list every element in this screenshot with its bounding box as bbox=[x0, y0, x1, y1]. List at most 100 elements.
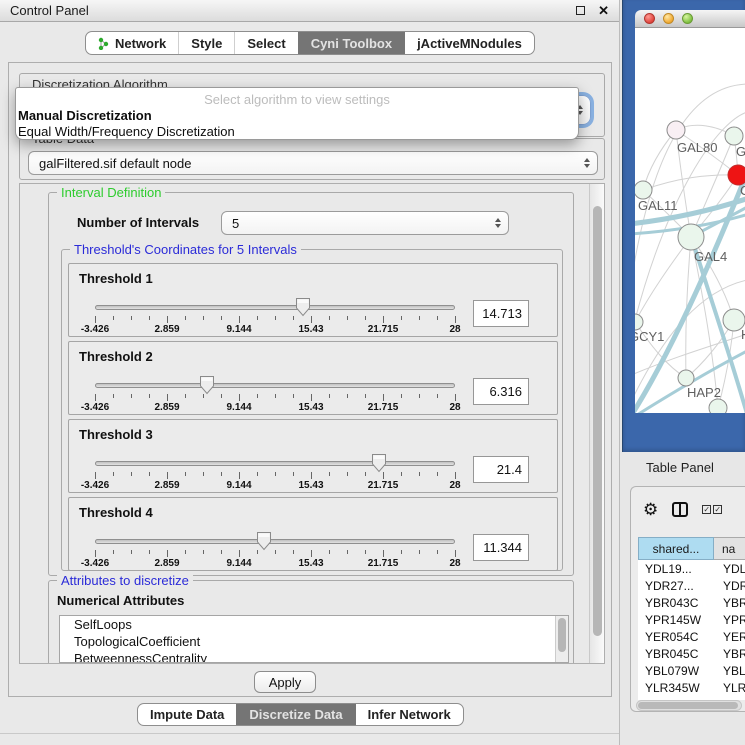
panel-scrollbar-thumb[interactable] bbox=[593, 206, 602, 636]
cell-shared-name[interactable]: YDL19... bbox=[638, 562, 714, 576]
slider-track[interactable] bbox=[95, 461, 455, 466]
slider-thumb[interactable] bbox=[295, 297, 311, 317]
cell-shared-name[interactable]: YER054C bbox=[638, 630, 714, 644]
table-row[interactable]: YER054CYER0 bbox=[638, 628, 745, 645]
network-node-ga[interactable] bbox=[725, 127, 743, 145]
network-node-gal11[interactable] bbox=[635, 181, 652, 199]
float-window-icon[interactable] bbox=[576, 6, 585, 15]
checkbox-icon[interactable]: ✓ bbox=[713, 505, 722, 514]
zoom-traffic-light-icon[interactable] bbox=[682, 13, 693, 24]
interval-definition-group: Interval Definition Number of Intervals … bbox=[48, 192, 574, 576]
table-row[interactable]: YDL19...YDL1 bbox=[638, 560, 745, 577]
cell-shared-name[interactable]: YPR145W bbox=[638, 613, 714, 627]
cell-name[interactable]: YBR0 bbox=[714, 647, 745, 661]
tab-network[interactable]: Network bbox=[86, 32, 178, 54]
dropdown-option-equal-width-frequency[interactable]: Equal Width/Frequency Discretization bbox=[16, 124, 578, 140]
attribute-list-item[interactable]: BetweennessCentrality bbox=[60, 650, 568, 663]
cell-name[interactable]: YBR0 bbox=[714, 596, 745, 610]
cell-name[interactable]: YBL0 bbox=[714, 664, 745, 678]
cell-shared-name[interactable]: YBR043C bbox=[638, 596, 714, 610]
table-toolbar: ⚙ ✓ ✓ bbox=[631, 487, 745, 531]
gear-icon[interactable]: ⚙ bbox=[643, 501, 658, 518]
column-layout-icon[interactable] bbox=[672, 502, 688, 517]
scrollbar-thumb[interactable] bbox=[638, 702, 738, 709]
network-graph[interactable]: GAL80GACGAL11GAL4GCY1HHAP2 bbox=[635, 28, 745, 413]
threshold-slider[interactable] bbox=[95, 453, 455, 473]
threshold-slider[interactable] bbox=[95, 297, 455, 317]
thresholds-group-title: Threshold's Coordinates for 5 Intervals bbox=[70, 242, 301, 257]
network-node-gal80[interactable] bbox=[667, 121, 685, 139]
node-label: GAL4 bbox=[694, 249, 727, 264]
attribute-list-item[interactable]: TopologicalCoefficient bbox=[60, 633, 568, 650]
cell-name[interactable]: YER0 bbox=[714, 630, 745, 644]
network-edge[interactable] bbox=[643, 130, 676, 190]
minimize-traffic-light-icon[interactable] bbox=[663, 13, 674, 24]
network-node[interactable] bbox=[709, 399, 727, 413]
threshold-value-field[interactable]: 21.4 bbox=[473, 456, 529, 483]
network-canvas[interactable]: GAL80GACGAL11GAL4GCY1HHAP2 bbox=[635, 28, 745, 413]
threshold-value-field[interactable]: 14.713 bbox=[473, 300, 529, 327]
num-intervals-combobox[interactable]: 5 bbox=[221, 211, 509, 235]
tab-infer-network[interactable]: Infer Network bbox=[355, 704, 463, 725]
checkbox-icon[interactable]: ✓ bbox=[702, 505, 711, 514]
table-row[interactable]: YBR045CYBR0 bbox=[638, 645, 745, 662]
cell-shared-name[interactable]: YBL079W bbox=[638, 664, 714, 678]
column-header-name[interactable]: na bbox=[714, 537, 745, 560]
slider-tick-labels: -3.4262.8599.14415.4321.71528 bbox=[95, 324, 455, 335]
list-scrollbar-thumb[interactable] bbox=[558, 618, 566, 652]
threshold-slider[interactable] bbox=[95, 375, 455, 395]
tab-jactivemnodules[interactable]: jActiveMNodules bbox=[404, 32, 534, 54]
slider-track[interactable] bbox=[95, 305, 455, 310]
slider-thumb[interactable] bbox=[199, 375, 215, 395]
tab-style[interactable]: Style bbox=[178, 32, 234, 54]
cell-name[interactable]: YLR3 bbox=[714, 681, 745, 695]
checkbox-icons[interactable]: ✓ ✓ bbox=[702, 505, 722, 514]
network-node-hap2[interactable] bbox=[678, 370, 694, 386]
cell-shared-name[interactable]: YBR045C bbox=[638, 647, 714, 661]
slider-ticks bbox=[95, 394, 455, 402]
network-node-c[interactable] bbox=[728, 165, 745, 185]
cell-name[interactable]: YDL1 bbox=[714, 562, 745, 576]
tab-select[interactable]: Select bbox=[234, 32, 297, 54]
network-edge[interactable] bbox=[643, 175, 738, 190]
apply-button[interactable]: Apply bbox=[254, 671, 316, 693]
network-node-gal4[interactable] bbox=[678, 224, 704, 250]
dropdown-option-manual-discretization[interactable]: Manual Discretization bbox=[16, 108, 578, 124]
table-row[interactable]: YBL079WYBL0 bbox=[638, 662, 745, 679]
table-header-row: shared... na bbox=[638, 537, 745, 560]
network-node-gcy1[interactable] bbox=[635, 314, 643, 330]
threshold-slider[interactable] bbox=[95, 531, 455, 551]
network-edge[interactable] bbox=[635, 237, 691, 322]
column-header-shared-name[interactable]: shared... bbox=[638, 537, 714, 560]
table-row[interactable]: YLR345WYLR3 bbox=[638, 679, 745, 696]
table-row[interactable]: YDR27...YDR2 bbox=[638, 577, 745, 594]
close-icon[interactable]: ✕ bbox=[598, 4, 609, 17]
close-traffic-light-icon[interactable] bbox=[644, 13, 655, 24]
threshold-value-field[interactable]: 6.316 bbox=[473, 378, 529, 405]
numerical-attributes-list[interactable]: SelfLoopsTopologicalCoefficientBetweenne… bbox=[59, 615, 569, 663]
slider-track[interactable] bbox=[95, 383, 455, 388]
tab-cyni-toolbox[interactable]: Cyni Toolbox bbox=[298, 32, 404, 54]
network-window-titlebar[interactable] bbox=[635, 10, 745, 28]
slider-track[interactable] bbox=[95, 539, 455, 544]
cell-shared-name[interactable]: YDR27... bbox=[638, 579, 714, 593]
slider-thumb[interactable] bbox=[256, 531, 272, 551]
list-scrollbar[interactable] bbox=[555, 616, 568, 662]
panel-scrollbar[interactable] bbox=[589, 184, 604, 663]
cell-shared-name[interactable]: YLR345W bbox=[638, 681, 714, 695]
table-horizontal-scrollbar[interactable] bbox=[636, 700, 742, 711]
table-data-combobox[interactable]: galFiltered.sif default node bbox=[28, 151, 598, 175]
threshold-box-threshold-2: Threshold 2-3.4262.8599.14415.4321.71528… bbox=[68, 341, 558, 415]
tab-discretize-data[interactable]: Discretize Data bbox=[236, 704, 354, 725]
attribute-list-item[interactable]: SelfLoops bbox=[60, 616, 568, 633]
cell-name[interactable]: YDR2 bbox=[714, 579, 745, 593]
table-row[interactable]: YPR145WYPR1 bbox=[638, 611, 745, 628]
threshold-label: Threshold 3 bbox=[79, 427, 153, 442]
table-panel: ⚙ ✓ ✓ shared... na YDL19...YDL1YDR27...Y… bbox=[630, 486, 745, 712]
table-row[interactable]: YBR043CYBR0 bbox=[638, 594, 745, 611]
slider-thumb[interactable] bbox=[371, 453, 387, 473]
cell-name[interactable]: YPR1 bbox=[714, 613, 745, 627]
tab-label: jActiveMNodules bbox=[417, 36, 522, 51]
tab-impute-data[interactable]: Impute Data bbox=[138, 704, 236, 725]
threshold-value-field[interactable]: 11.344 bbox=[473, 534, 529, 561]
